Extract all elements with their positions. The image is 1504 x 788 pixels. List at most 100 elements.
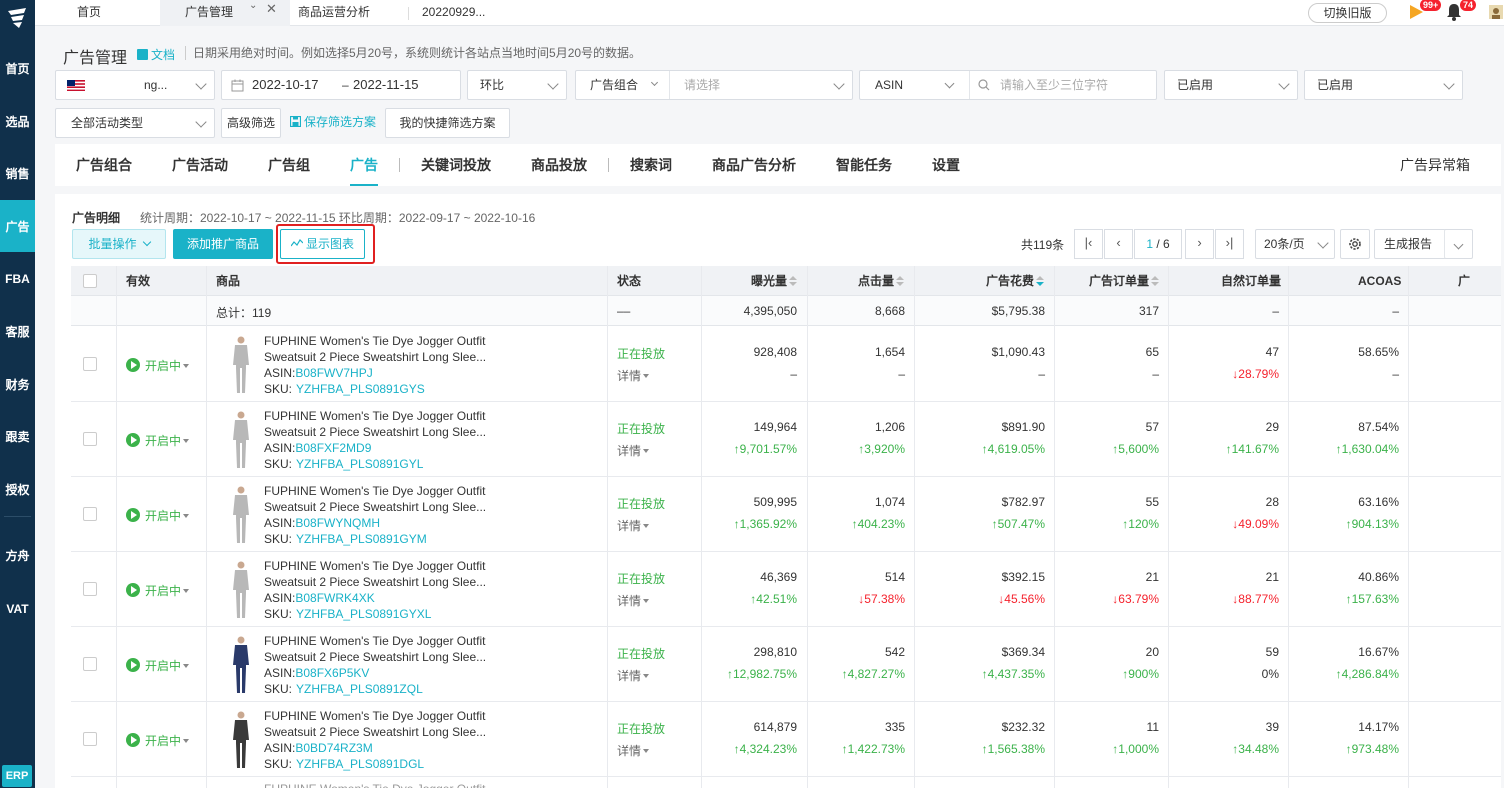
chevron-down-icon[interactable]: ⌄ xyxy=(249,0,257,11)
tab-4[interactable]: 关键词投放 xyxy=(421,144,491,186)
tab-0[interactable]: 广告组合 xyxy=(76,144,132,186)
status-select-1[interactable]: 已启用 xyxy=(1164,70,1298,100)
running-status-toggle[interactable]: 开启中 xyxy=(126,432,190,449)
erp-badge[interactable]: ERP xyxy=(2,765,32,787)
running-status-toggle[interactable]: 开启中 xyxy=(126,582,190,599)
detail-dropdown[interactable]: 详情 xyxy=(617,517,650,534)
select-all-checkbox[interactable] xyxy=(83,274,97,288)
product-thumbnail[interactable] xyxy=(231,710,251,770)
product-thumbnail[interactable] xyxy=(231,485,251,545)
top-tab-ops[interactable]: 商品运营分析 xyxy=(298,0,370,26)
sidebar-item-0[interactable]: 首页 xyxy=(0,42,35,94)
detail-dropdown[interactable]: 详情 xyxy=(617,592,650,609)
batch-operation-button[interactable]: 批量操作 xyxy=(72,229,166,259)
row-checkbox[interactable] xyxy=(83,582,97,596)
sidebar-item-9[interactable]: 方舟 xyxy=(0,529,35,581)
sidebar-item-10[interactable]: VAT xyxy=(0,583,35,635)
asin-link[interactable]: B08FXF2MD9 xyxy=(295,441,371,455)
sidebar-item-5[interactable]: 客服 xyxy=(0,305,35,357)
page-size-select[interactable]: 20条/页 xyxy=(1255,229,1335,259)
product-title-line1[interactable]: FUPHINE Women's Tie Dye Jogger Outfit xyxy=(264,708,485,724)
date-range-picker[interactable]: 2022-10-17 – 2022-11-15 xyxy=(221,70,461,100)
detail-dropdown[interactable]: 详情 xyxy=(617,742,650,759)
next-page-button[interactable]: › xyxy=(1185,229,1214,259)
tab-3[interactable]: 广告 xyxy=(350,144,378,186)
product-thumbnail[interactable] xyxy=(231,335,251,395)
ad-group-filter[interactable]: 广告组合 请选择 xyxy=(575,70,853,100)
asin-link[interactable]: B08FX6P5KV xyxy=(295,666,369,680)
asin-search-input[interactable]: 请输入至少三位字符 xyxy=(1000,71,1108,99)
product-title-line1[interactable]: FUPHINE Women's Tie Dye Jogger Outfit xyxy=(264,633,485,649)
save-scheme-button[interactable]: 保存筛选方案 xyxy=(289,115,376,129)
sku-link[interactable]: YZHFBA_PLS0891ZQL xyxy=(296,682,423,696)
tab-8[interactable]: 智能任务 xyxy=(836,144,892,186)
sidebar-item-1[interactable]: 选品 xyxy=(0,95,35,147)
tab-2[interactable]: 广告组 xyxy=(268,144,310,186)
settings-button[interactable] xyxy=(1340,229,1370,259)
running-status-toggle[interactable]: 开启中 xyxy=(126,732,190,749)
row-checkbox[interactable] xyxy=(83,507,97,521)
activity-type-select[interactable]: 全部活动类型 xyxy=(55,108,215,138)
running-status-toggle[interactable]: 开启中 xyxy=(126,657,190,674)
prev-page-button[interactable]: ‹ xyxy=(1104,229,1133,259)
product-thumbnail[interactable] xyxy=(231,635,251,695)
sidebar-item-2[interactable]: 销售 xyxy=(0,147,35,199)
my-schemes-button[interactable]: 我的快捷筛选方案 xyxy=(385,108,510,138)
tab-5[interactable]: 商品投放 xyxy=(531,144,587,186)
sidebar-item-8[interactable]: 授权 xyxy=(0,463,35,515)
asin-link[interactable]: B0BD74RZ3M xyxy=(295,741,372,755)
detail-dropdown[interactable]: 详情 xyxy=(617,367,650,384)
sidebar-item-6[interactable]: 财务 xyxy=(0,358,35,410)
detail-dropdown[interactable]: 详情 xyxy=(617,442,650,459)
sku-link[interactable]: YZHFBA_PLS0891GYS xyxy=(296,382,425,396)
add-product-button[interactable]: 添加推广商品 xyxy=(173,229,273,259)
advanced-filter-button[interactable]: 高级筛选 xyxy=(221,108,281,138)
product-title-line1[interactable]: FUPHINE Women's Tie Dye Jogger Outfit xyxy=(264,558,485,574)
last-page-button[interactable]: ›| xyxy=(1215,229,1244,259)
detail-dropdown[interactable]: 详情 xyxy=(617,667,650,684)
header-spend[interactable]: 广告花费 xyxy=(986,266,1045,296)
report-dropdown-button[interactable] xyxy=(1444,229,1473,259)
tab-9[interactable]: 设置 xyxy=(932,144,960,186)
row-checkbox[interactable] xyxy=(83,732,97,746)
sku-link[interactable]: YZHFBA_PLS0891GYM xyxy=(296,532,427,546)
tab-6[interactable]: 搜索词 xyxy=(630,144,672,186)
top-tab-date[interactable]: 20220929... xyxy=(422,0,485,26)
asin-filter[interactable]: ASIN 请输入至少三位字符 xyxy=(859,70,1157,100)
tab-7[interactable]: 商品广告分析 xyxy=(712,144,796,186)
close-icon[interactable]: ✕ xyxy=(266,1,277,17)
product-title-line1[interactable]: FUPHINE Women's Tie Dye Jogger Outfit xyxy=(264,333,485,349)
row-checkbox[interactable] xyxy=(83,357,97,371)
tab-1[interactable]: 广告活动 xyxy=(172,144,228,186)
asin-link[interactable]: B08FWYNQMH xyxy=(295,516,380,530)
first-page-button[interactable]: |‹ xyxy=(1074,229,1103,259)
product-thumbnail[interactable] xyxy=(231,560,251,620)
running-status-toggle[interactable]: 开启中 xyxy=(126,357,190,374)
switch-old-version-button[interactable]: 切换旧版 xyxy=(1308,3,1387,23)
page-indicator[interactable]: 1 / 6 xyxy=(1134,229,1182,259)
header-clicks[interactable]: 点击量 xyxy=(858,266,905,296)
compare-select[interactable]: 环比 xyxy=(467,70,567,100)
header-orders[interactable]: 广告订单量 xyxy=(1089,266,1160,296)
sku-link[interactable]: YZHFBA_PLS0891GYL xyxy=(296,457,423,471)
row-checkbox[interactable] xyxy=(83,657,97,671)
product-thumbnail[interactable] xyxy=(231,410,251,470)
top-tab-home[interactable]: 首页 xyxy=(77,0,101,26)
store-select[interactable]: ng... xyxy=(55,70,215,100)
sidebar-item-4[interactable]: FBA xyxy=(0,253,35,305)
product-title-line1[interactable]: FUPHINE Women's Tie Dye Jogger Outfit xyxy=(264,483,485,499)
sku-link[interactable]: YZHFBA_PLS0891GYXL xyxy=(296,607,431,621)
sidebar-item-3[interactable]: 广告 xyxy=(0,200,35,252)
ad-exception-box-link[interactable]: 广告异常箱 xyxy=(1400,144,1470,186)
asin-link[interactable]: B08FWRK4XK xyxy=(295,591,374,605)
asin-link[interactable]: B08FWV7HPJ xyxy=(295,366,372,380)
header-impressions[interactable]: 曝光量 xyxy=(751,266,798,296)
doc-link[interactable]: 文档 xyxy=(137,46,175,63)
sku-link[interactable]: YZHFBA_PLS0891DGL xyxy=(296,757,424,771)
product-title-line1[interactable]: FUPHINE Women's Tie Dye Jogger Outfit xyxy=(264,408,485,424)
avatar-icon[interactable] xyxy=(1489,5,1503,19)
running-status-toggle[interactable]: 开启中 xyxy=(126,507,190,524)
sidebar-item-7[interactable]: 跟卖 xyxy=(0,410,35,462)
status-select-2[interactable]: 已启用 xyxy=(1304,70,1463,100)
row-checkbox[interactable] xyxy=(83,432,97,446)
